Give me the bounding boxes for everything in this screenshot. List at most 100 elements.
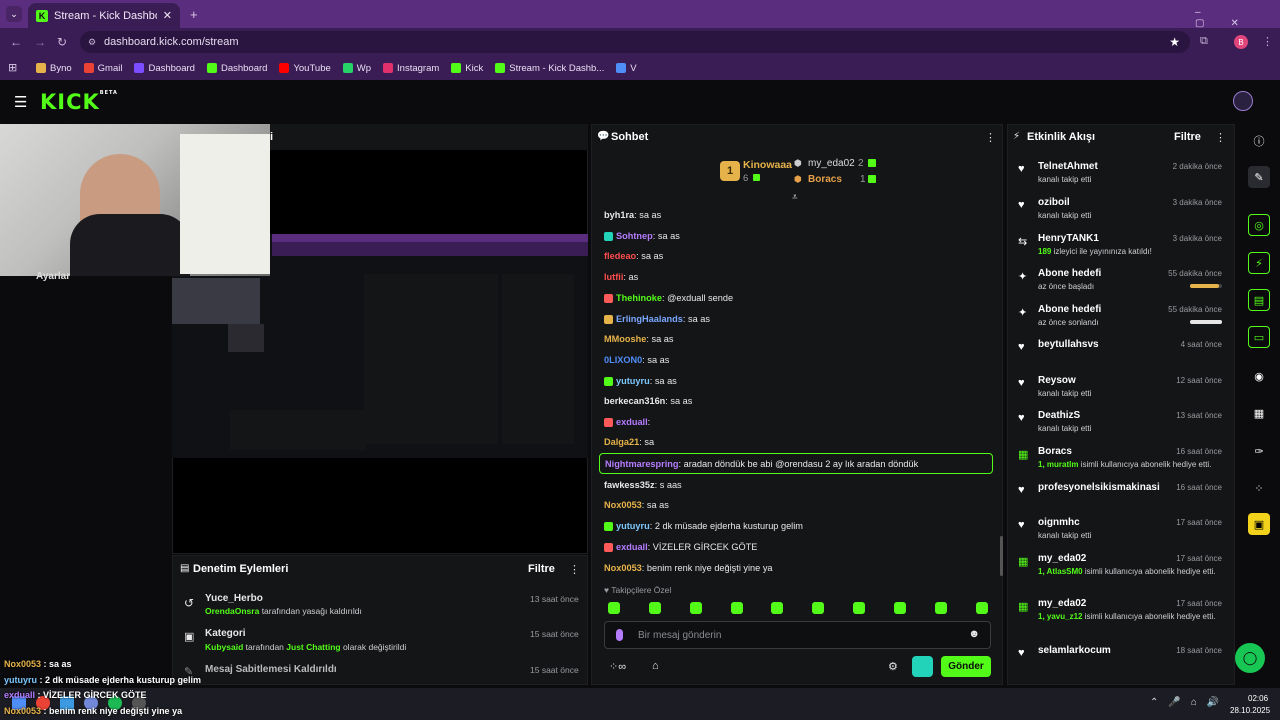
leaderboard-second-name[interactable]: my_eda02: [808, 158, 855, 169]
chat-username[interactable]: MMooshe: [604, 334, 646, 344]
document-icon[interactable]: ▤: [1248, 289, 1270, 311]
chat-username[interactable]: lutfii: [604, 272, 623, 282]
chat-panel-icon[interactable]: ▭: [1248, 326, 1270, 348]
chat-message[interactable]: yutuyru: 2 dk müsade ejderha kusturup ge…: [604, 521, 803, 532]
chat-username[interactable]: fledeao: [604, 251, 636, 261]
activity-filter-button[interactable]: Filtre: [1174, 131, 1201, 143]
expand-leaderboard-icon[interactable]: ⩡: [792, 192, 798, 203]
activity-item[interactable]: ♥ profesyonelsikismakinasi 16 saat önce: [1018, 482, 1228, 516]
chat-message[interactable]: MMooshe: sa as: [604, 334, 673, 344]
activity-item[interactable]: ▦ my_eda02 17 saat önce 1, AtlasSM0 isimli …: [1018, 553, 1228, 587]
chat-username[interactable]: Nox0053: [604, 563, 642, 573]
chat-settings-icon[interactable]: ⚙: [888, 660, 898, 673]
bookmark-item[interactable]: Wp: [342, 63, 371, 74]
chat-username[interactable]: yutuyru: [616, 521, 650, 531]
bookmark-item[interactable]: Kick: [451, 63, 483, 74]
chat-username[interactable]: fawkess35z: [604, 480, 655, 490]
activity-item[interactable]: ✦ Abone hedefi 55 dakika önce az önce başla…: [1018, 268, 1228, 302]
apps-grid-icon[interactable]: ⊞: [8, 61, 17, 74]
user-avatar[interactable]: [1233, 91, 1253, 111]
close-tab-icon[interactable]: ✕: [163, 9, 172, 22]
emote-icon[interactable]: [853, 602, 865, 614]
forward-icon[interactable]: →: [34, 35, 46, 49]
chat-username[interactable]: exduall: [616, 417, 648, 427]
bookmark-star-icon[interactable]: ★: [1169, 35, 1180, 49]
chat-username[interactable]: 0LIXON0: [604, 355, 642, 365]
activity-item[interactable]: ▦ Boracs 16 saat önce 1, muratlm isimli kul…: [1018, 446, 1228, 480]
bookmark-item[interactable]: Dashboard: [134, 63, 195, 74]
edit-icon[interactable]: ✎: [1248, 166, 1270, 188]
bookmark-item[interactable]: Gmail: [83, 63, 122, 74]
bookmark-item[interactable]: V: [616, 63, 637, 74]
chat-message[interactable]: Thehinoke: @exduall sende: [604, 293, 733, 304]
bookmark-item[interactable]: Stream - Kick Dashb...: [495, 63, 604, 74]
settings-label[interactable]: Ayarlar: [36, 271, 70, 282]
emoji-picker-icon[interactable]: ☻: [968, 628, 980, 640]
site-info-icon[interactable]: ⚙: [88, 37, 96, 48]
bookmark-item[interactable]: Instagram: [383, 63, 439, 74]
emote-icon[interactable]: [894, 602, 906, 614]
chat-username[interactable]: ErlingHaalands: [616, 314, 683, 324]
chat-message[interactable]: byh1ra: sa as: [604, 210, 661, 220]
back-icon[interactable]: ←: [10, 35, 22, 49]
emote-icon[interactable]: [812, 602, 824, 614]
bookmark-item[interactable]: Byno: [36, 63, 72, 74]
emote-icon[interactable]: [976, 602, 988, 614]
activity-item[interactable]: ♥ oziboil 3 dakika önce kanalı takip etti: [1018, 197, 1228, 231]
info-icon[interactable]: ⓘ: [1248, 130, 1270, 152]
reload-icon[interactable]: ↻: [57, 35, 67, 49]
chat-message[interactable]: Nox0053: sa as: [604, 500, 669, 510]
chat-username[interactable]: byh1ra: [604, 210, 634, 220]
chat-message[interactable]: fledeao: sa as: [604, 251, 663, 261]
leaderboard-first-name[interactable]: Kinowaaa: [743, 159, 792, 171]
chat-message[interactable]: Sohtnep: sa as: [604, 231, 680, 242]
activity-item[interactable]: ♥ Reysow 12 saat önce kanalı takip etti: [1018, 375, 1228, 409]
url-bar[interactable]: ⚙ dashboard.kick.com/stream ★: [80, 31, 1190, 53]
activity-menu-icon[interactable]: ⋮: [1215, 131, 1226, 144]
store-icon[interactable]: ⌂: [652, 660, 659, 672]
activity-item[interactable]: ♥ selamlarkocum 18 saat önce: [1018, 645, 1228, 679]
chat-message[interactable]: Nox0053: benim renk niye değişti yine ya: [604, 563, 773, 573]
chat-message[interactable]: exduall: VİZELER GİRCEK GÖTE: [604, 542, 757, 553]
bookmark-item[interactable]: YouTube: [279, 63, 331, 74]
chat-message[interactable]: Nightmarespring: aradan döndük be abi @o…: [605, 459, 918, 469]
extensions-icon[interactable]: ⧉: [1200, 35, 1208, 48]
chat-menu-icon[interactable]: ⋮: [985, 131, 996, 144]
chat-username[interactable]: Dalga21: [604, 437, 639, 447]
chat-message[interactable]: 0LIXON0: sa as: [604, 355, 669, 365]
chat-users-icon[interactable]: ⁘∞: [609, 660, 626, 673]
chat-message[interactable]: yutuyru: sa as: [604, 376, 677, 387]
lightning-panel-icon[interactable]: ⚡: [1248, 252, 1270, 274]
clapperboard-icon[interactable]: ▣: [1248, 513, 1270, 535]
broadcast-icon[interactable]: ◉: [1248, 365, 1270, 387]
chat-message[interactable]: exduall:: [604, 417, 650, 428]
window-controls[interactable]: –▢✕: [1195, 7, 1280, 29]
activity-item[interactable]: ♥ DeathizS 13 saat önce kanalı takip etti: [1018, 410, 1228, 444]
emote-icon[interactable]: [731, 602, 743, 614]
moderation-filter-button[interactable]: Filtre: [528, 563, 555, 575]
send-button[interactable]: Gönder: [941, 656, 991, 677]
system-tray-icons[interactable]: ⌃🎤⌂🔊: [1150, 697, 1229, 708]
clock-time[interactable]: 02:06: [1248, 694, 1268, 703]
chat-username[interactable]: berkecan316n: [604, 396, 665, 406]
camera-icon[interactable]: ◎: [1248, 214, 1270, 236]
moderation-menu-icon[interactable]: ⋮: [569, 563, 580, 576]
chat-message[interactable]: Dalga21: sa: [604, 437, 654, 447]
emote-icon[interactable]: [608, 602, 620, 614]
emote-icon[interactable]: [771, 602, 783, 614]
chat-username[interactable]: Thehinoke: [616, 293, 662, 303]
chat-message[interactable]: berkecan316n: sa as: [604, 396, 692, 406]
new-tab-button[interactable]: +: [190, 7, 198, 22]
chat-username[interactable]: Nox0053: [604, 500, 642, 510]
mic-icon[interactable]: [616, 629, 623, 641]
emote-icon[interactable]: [935, 602, 947, 614]
stack-icon[interactable]: ▦: [1248, 402, 1270, 424]
chat-username[interactable]: yutuyru: [616, 376, 650, 386]
users-icon[interactable]: ⁘: [1248, 477, 1270, 499]
chat-message[interactable]: ErlingHaalands: sa as: [604, 314, 710, 325]
chat-username[interactable]: exduall: [616, 542, 648, 552]
chat-scrollbar[interactable]: [1000, 536, 1003, 576]
chat-input[interactable]: Bir mesaj gönderin ☻: [604, 621, 991, 649]
chat-message[interactable]: fawkess35z: s aas: [604, 480, 682, 490]
activity-item[interactable]: ♥ TelnetAhmet 2 dakika önce kanalı takip et…: [1018, 161, 1228, 195]
